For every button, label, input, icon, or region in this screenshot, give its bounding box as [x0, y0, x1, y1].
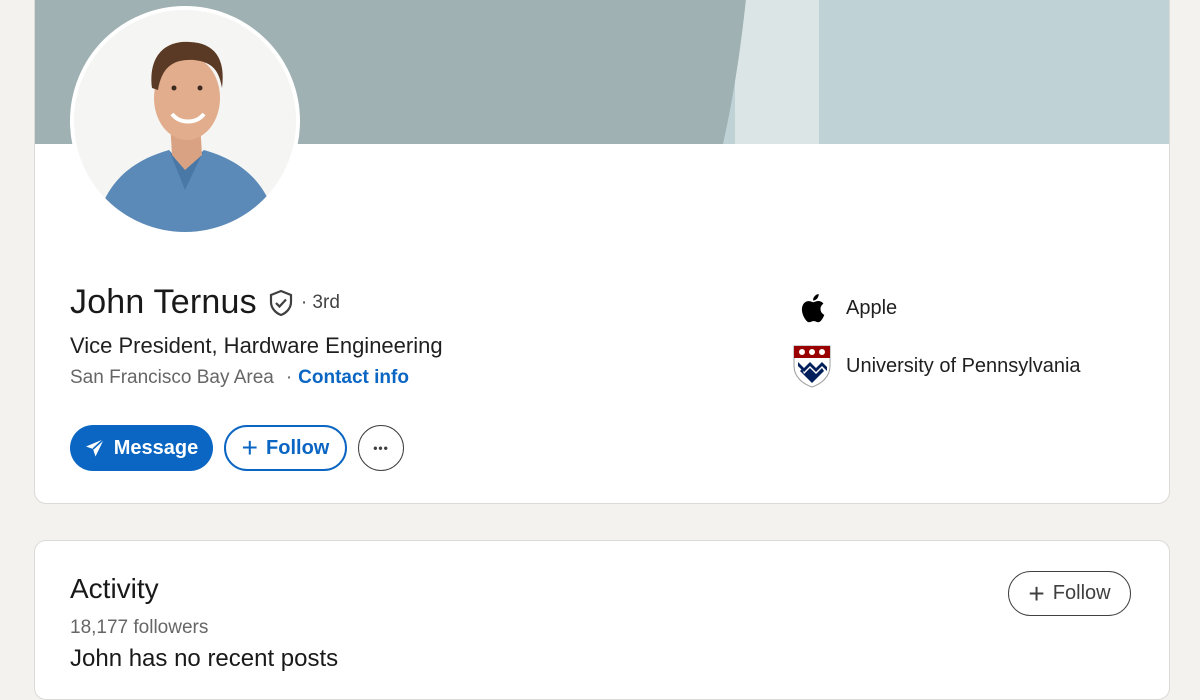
profile-name: John Ternus [70, 283, 257, 321]
affiliation-apple[interactable]: Apple [790, 286, 897, 330]
more-icon: ••• [373, 441, 389, 455]
profile-headline: Vice President, Hardware Engineering [70, 333, 443, 358]
profile-avatar[interactable] [70, 6, 300, 236]
followers-count: 18,177 followers [70, 617, 209, 638]
no-posts-message: John has no recent posts [70, 645, 339, 672]
affiliation-upenn[interactable]: University of Pennsylvania [790, 344, 1081, 388]
name-row: John Ternus · 3rd [70, 283, 340, 322]
affiliation-label: Apple [846, 296, 898, 319]
more-actions-button[interactable]: ••• [358, 425, 404, 471]
plus-icon: + [241, 432, 259, 463]
penn-shield-icon [790, 344, 834, 388]
activity-follow-button[interactable]: + Follow [1008, 571, 1131, 616]
connection-degree: · 3rd [300, 291, 340, 313]
message-button[interactable]: Message [70, 425, 213, 471]
profile-location: San Francisco Bay Area [70, 367, 274, 388]
follow-button-label: Follow [266, 436, 330, 459]
location-row: San Francisco Bay Area · Contact info [70, 367, 409, 389]
activity-card: Activity 18,177 followers John has no re… [34, 540, 1170, 700]
separator-dot: · [285, 367, 293, 388]
message-button-label: Message [113, 436, 199, 459]
apple-logo-icon [790, 286, 834, 330]
activity-follow-label: Follow [1052, 582, 1111, 604]
affiliation-label: University of Pennsylvania [846, 354, 1081, 377]
profile-card: John Ternus · 3rd Vice President, Hardwa… [34, 0, 1170, 504]
plus-icon: + [1028, 577, 1045, 609]
shield-check-icon[interactable] [267, 289, 295, 317]
activity-title: Activity [70, 573, 159, 604]
follow-button[interactable]: + Follow [224, 425, 347, 471]
send-icon [85, 438, 105, 457]
contact-info-link[interactable]: Contact info [298, 367, 409, 389]
